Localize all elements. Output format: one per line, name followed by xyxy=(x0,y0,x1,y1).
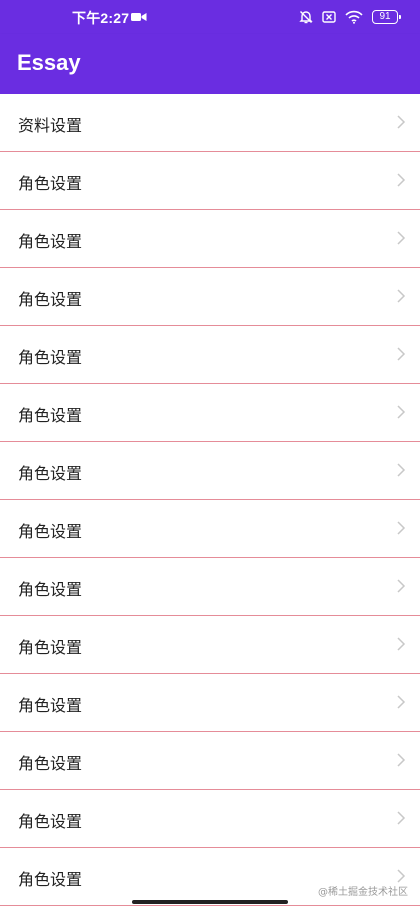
list-item-role-settings[interactable]: 角色设置 xyxy=(0,616,420,674)
app-bar: Essay xyxy=(0,34,420,94)
list-item-role-settings[interactable]: 角色设置 xyxy=(0,674,420,732)
chevron-right-icon xyxy=(397,695,406,709)
chevron-right-icon xyxy=(397,521,406,535)
list-item-label: 角色设置 xyxy=(18,638,83,657)
list-item-role-settings[interactable]: 角色设置 xyxy=(0,384,420,442)
chevron-right-icon xyxy=(397,579,406,593)
list-item-role-settings[interactable]: 角色设置 xyxy=(0,732,420,790)
sim-x-icon xyxy=(322,11,336,23)
chevron-right-icon xyxy=(397,405,406,419)
chevron-right-icon xyxy=(397,347,406,361)
list-item-label: 角色设置 xyxy=(18,870,83,889)
list-item-label: 角色设置 xyxy=(18,174,83,193)
list-item-label: 角色设置 xyxy=(18,580,83,599)
list-item-role-settings[interactable]: 角色设置 xyxy=(0,558,420,616)
app-title: Essay xyxy=(17,50,81,75)
list-item-role-settings[interactable]: 角色设置 xyxy=(0,268,420,326)
settings-list: 资料设置 角色设置 角色设置 角色设置 角色设置 角色设置 角色设置 角色设置 … xyxy=(0,94,420,906)
status-bar: 下午2:27 91 xyxy=(0,0,420,34)
chevron-right-icon xyxy=(397,231,406,245)
list-item-label: 角色设置 xyxy=(18,348,83,367)
list-item-label: 角色设置 xyxy=(18,406,83,425)
list-item-role-settings[interactable]: 角色设置 xyxy=(0,500,420,558)
list-item-label: 角色设置 xyxy=(18,812,83,831)
list-item-role-settings[interactable]: 角色设置 xyxy=(0,210,420,268)
list-item-label: 角色设置 xyxy=(18,232,83,251)
list-item-role-settings[interactable]: 角色设置 xyxy=(0,790,420,848)
chevron-right-icon xyxy=(397,753,406,767)
wifi-icon xyxy=(345,10,363,24)
chevron-right-icon xyxy=(397,289,406,303)
home-indicator[interactable] xyxy=(132,900,288,904)
list-item-profile-settings[interactable]: 资料设置 xyxy=(0,94,420,152)
chevron-right-icon xyxy=(397,637,406,651)
list-item-label: 角色设置 xyxy=(18,696,83,715)
list-item-label: 资料设置 xyxy=(18,116,83,135)
chevron-right-icon xyxy=(397,811,406,825)
chevron-right-icon xyxy=(397,869,406,883)
status-time: 下午2:27 xyxy=(72,10,130,26)
list-item-label: 角色设置 xyxy=(18,290,83,309)
list-item-role-settings[interactable]: 角色设置 xyxy=(0,442,420,500)
list-item-role-settings[interactable]: 角色设置 xyxy=(0,152,420,210)
watermark: @稀土掘金技术社区 xyxy=(318,887,408,898)
chevron-right-icon xyxy=(397,463,406,477)
list-item-role-settings[interactable]: 角色设置 xyxy=(0,326,420,384)
mute-bell-icon xyxy=(299,11,313,24)
chevron-right-icon xyxy=(397,173,406,187)
list-item-label: 角色设置 xyxy=(18,754,83,773)
list-item-label: 角色设置 xyxy=(18,522,83,541)
list-item-label: 角色设置 xyxy=(18,464,83,483)
status-icons: 91 xyxy=(299,8,401,26)
video-icon xyxy=(131,13,147,21)
battery-level: 91 xyxy=(379,11,391,22)
battery-icon: 91 xyxy=(372,10,401,24)
chevron-right-icon xyxy=(397,115,406,129)
